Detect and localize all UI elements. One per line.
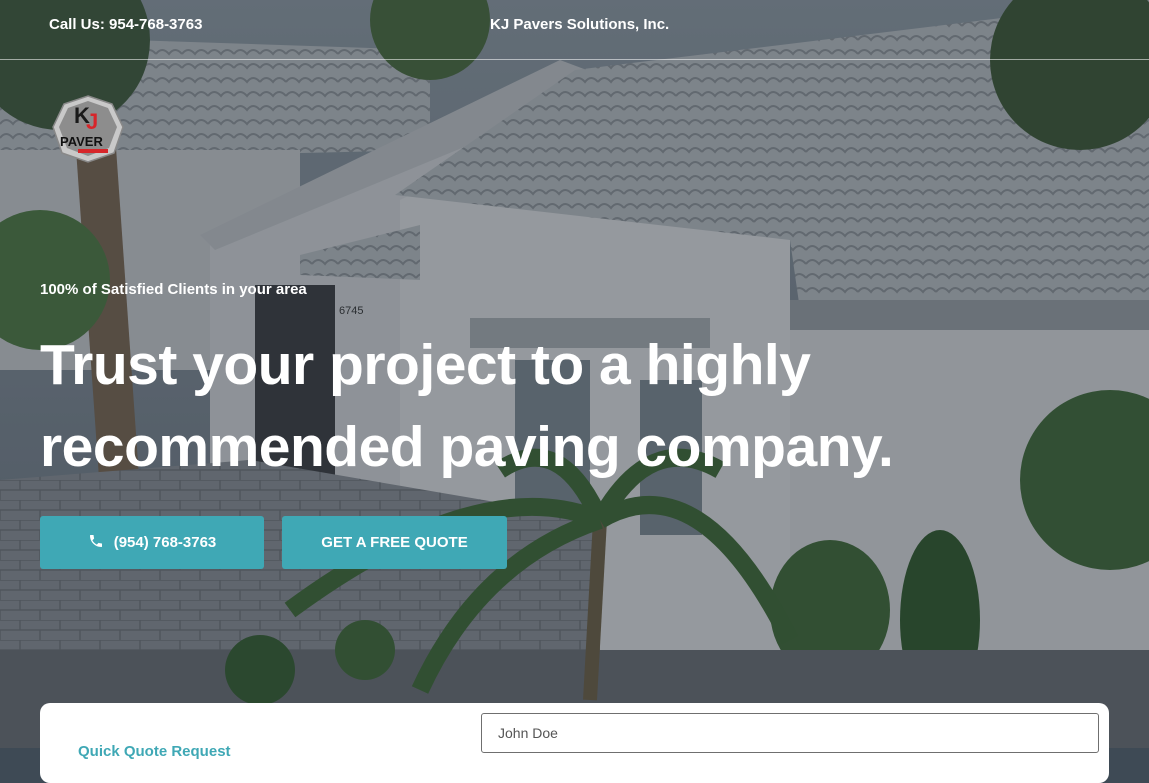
- phone-icon: [88, 533, 104, 553]
- quote-form-card: Quick Quote Request: [40, 703, 1109, 783]
- call-phone-button[interactable]: (954) 768-3763: [40, 516, 264, 569]
- logo-word: PAVER: [60, 134, 103, 149]
- phone-button-label: (954) 768-3763: [113, 534, 217, 551]
- company-name: KJ Pavers Solutions, Inc.: [490, 16, 670, 33]
- company-logo[interactable]: K J PAVER: [52, 95, 124, 163]
- call-us-link[interactable]: Call Us: 954-768-3763: [49, 16, 202, 33]
- top-bar: Call Us: 954-768-3763 KJ Pavers Solution…: [0, 0, 1149, 60]
- hero-tagline: 100% of Satisfied Clients in your area: [40, 281, 307, 298]
- form-title: Quick Quote Request: [78, 743, 231, 760]
- name-input[interactable]: [481, 713, 1099, 753]
- free-quote-button[interactable]: GET A FREE QUOTE: [282, 516, 507, 569]
- quote-button-label: GET A FREE QUOTE: [321, 534, 468, 551]
- svg-text:J: J: [86, 109, 98, 134]
- hero-headline: Trust your project to a highly recommend…: [40, 333, 894, 479]
